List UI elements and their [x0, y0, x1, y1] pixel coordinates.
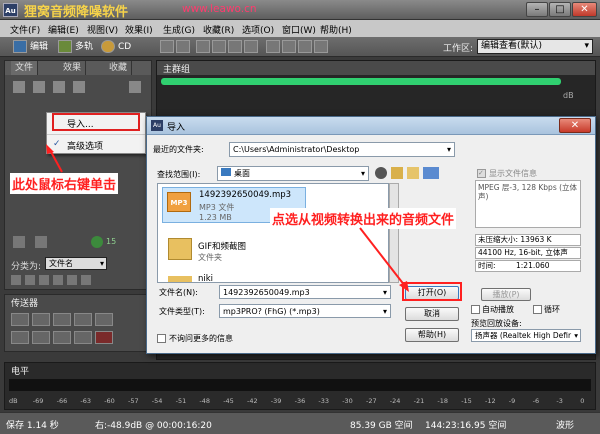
arrow-to-open: [359, 227, 406, 287]
annotation-arrows: [46, 144, 462, 301]
arrow-head: [46, 144, 54, 154]
open-highlight-box: [402, 282, 462, 301]
arrow-to-menu: [49, 149, 63, 173]
